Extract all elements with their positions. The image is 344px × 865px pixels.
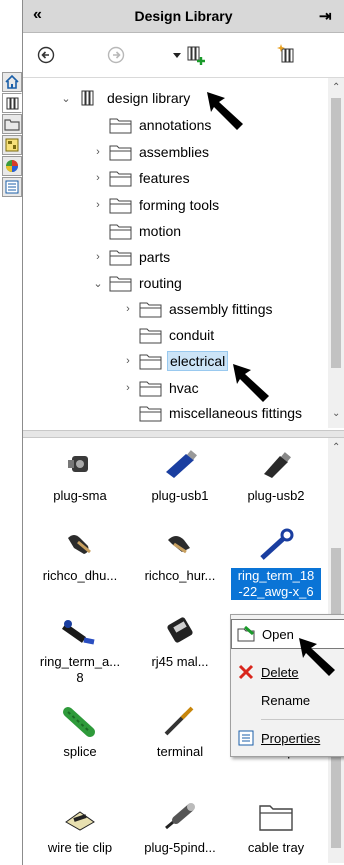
chevron-right-icon[interactable]: › bbox=[91, 172, 105, 184]
folder-icon bbox=[109, 250, 132, 266]
folder-icon bbox=[109, 171, 132, 187]
richco-hur-icon bbox=[168, 536, 190, 554]
item-plug-usb2[interactable]: plug-usb2 bbox=[231, 448, 321, 504]
folder-icon bbox=[139, 354, 162, 370]
new-library-icon[interactable] bbox=[277, 43, 299, 65]
forward-icon[interactable] bbox=[107, 46, 125, 64]
home-icon bbox=[5, 74, 19, 89]
item-cable-tray[interactable]: cable tray bbox=[231, 800, 321, 856]
open-folder-icon bbox=[237, 625, 255, 642]
folder-icon bbox=[109, 224, 132, 240]
plug-sma-icon bbox=[68, 456, 88, 472]
plug-5pin-icon bbox=[165, 803, 195, 830]
terminal-icon bbox=[164, 706, 194, 736]
item-splice[interactable]: splice bbox=[35, 704, 125, 760]
folder-icon bbox=[259, 805, 293, 831]
add-to-library-icon[interactable] bbox=[185, 44, 207, 66]
chevron-right-icon[interactable]: › bbox=[91, 199, 105, 211]
panel-title-bar: « Design Library ⇥ bbox=[23, 0, 344, 33]
scroll-up-icon[interactable]: ⌃ bbox=[332, 82, 340, 93]
custom-properties-tab[interactable] bbox=[2, 177, 22, 197]
chevron-down-icon[interactable]: ⌄ bbox=[59, 92, 73, 105]
chevron-right-icon[interactable]: › bbox=[91, 251, 105, 263]
chevron-right-icon[interactable]: › bbox=[121, 355, 135, 367]
item-richco-dhu[interactable]: richco_dhu... bbox=[35, 528, 125, 584]
chevron-down-icon[interactable]: ⌄ bbox=[91, 277, 105, 290]
menu-separator bbox=[261, 719, 344, 720]
back-icon[interactable] bbox=[37, 46, 55, 64]
design-library-icon bbox=[6, 97, 19, 110]
tree-item-forming-tools[interactable]: › forming tools bbox=[91, 193, 221, 217]
folder-icon bbox=[139, 381, 162, 397]
pointer-arrow-icon bbox=[299, 638, 335, 676]
item-ring-term-a[interactable]: ring_term_a... 8 bbox=[35, 614, 125, 686]
tree-item-electrical[interactable]: › electrical bbox=[121, 349, 229, 373]
tree-scrollbar-thumb[interactable] bbox=[331, 98, 341, 368]
tree-item-assemblies[interactable]: › assemblies bbox=[91, 140, 211, 164]
scroll-up-icon[interactable]: ⌃ bbox=[332, 442, 340, 453]
menu-item-properties[interactable]: Properties bbox=[231, 723, 344, 753]
appearances-icon bbox=[6, 160, 18, 172]
folder-icon bbox=[109, 145, 132, 161]
tree-item-miscellaneous-fittings[interactable]: miscellaneous fittings bbox=[121, 401, 304, 425]
folder-icon bbox=[139, 328, 162, 344]
tree-item-features[interactable]: › features bbox=[91, 166, 192, 190]
splice-icon bbox=[63, 707, 95, 737]
design-library-icon bbox=[81, 90, 94, 106]
chevron-right-icon[interactable]: › bbox=[121, 303, 135, 315]
plug-usb1-icon bbox=[166, 450, 197, 478]
folder-icon bbox=[139, 406, 162, 422]
pointer-arrow-icon bbox=[207, 92, 243, 130]
tree-item-hvac[interactable]: › hvac bbox=[121, 376, 201, 400]
tree-item-annotations[interactable]: annotations bbox=[91, 113, 213, 137]
design-library-tab[interactable] bbox=[2, 93, 22, 113]
wire-tie-clip-icon bbox=[65, 811, 95, 831]
item-plug-5pin[interactable]: plug-5pind... bbox=[135, 800, 225, 856]
tree-item-routing[interactable]: ⌄ routing bbox=[91, 271, 184, 295]
item-rj45[interactable]: rj45 mal... bbox=[135, 614, 225, 670]
menu-item-rename[interactable]: Rename bbox=[231, 685, 344, 715]
chevron-right-icon[interactable]: › bbox=[121, 382, 135, 394]
folder-icon bbox=[139, 302, 162, 318]
appearances-tab[interactable] bbox=[2, 156, 22, 176]
plug-usb2-icon bbox=[264, 452, 291, 478]
tree-item-motion[interactable]: motion bbox=[91, 219, 183, 243]
ring-term-a-icon bbox=[61, 620, 95, 645]
properties-icon bbox=[5, 180, 19, 194]
file-explorer-tab[interactable] bbox=[2, 114, 22, 134]
scroll-down-icon[interactable]: ⌄ bbox=[332, 408, 340, 419]
view-palette-icon bbox=[5, 138, 19, 152]
pane-splitter[interactable] bbox=[23, 430, 344, 438]
delete-icon bbox=[238, 664, 254, 680]
tree-item-assembly-fittings[interactable]: › assembly fittings bbox=[121, 297, 274, 321]
panel-title: Design Library bbox=[134, 8, 233, 24]
item-plug-sma[interactable]: plug-sma bbox=[35, 448, 125, 504]
item-wire-tie-clip[interactable]: wire tie clip bbox=[35, 800, 125, 856]
richco-dhu-icon bbox=[68, 535, 91, 554]
pin-icon[interactable]: ⇥ bbox=[319, 7, 332, 25]
folder-icon bbox=[109, 276, 132, 292]
folder-icon bbox=[109, 198, 132, 214]
tree-item-design-library[interactable]: ⌄ design library bbox=[59, 86, 192, 110]
item-richco-hur[interactable]: richco_hur... bbox=[135, 528, 225, 584]
item-ring-term-18-22[interactable]: ring_term_18 -22_awg-x_6 bbox=[231, 528, 321, 600]
folder-icon bbox=[109, 118, 132, 134]
tree-item-parts[interactable]: › parts bbox=[91, 245, 172, 269]
ring-term-icon bbox=[260, 528, 294, 560]
item-terminal[interactable]: terminal bbox=[135, 704, 225, 760]
tree-scrollbar[interactable]: ⌃ ⌄ bbox=[328, 78, 344, 428]
pointer-arrow-icon bbox=[233, 364, 269, 402]
design-library-panel: « Design Library ⇥ ⌄ design library anno… bbox=[22, 0, 344, 865]
rj45-icon bbox=[167, 617, 193, 643]
chevron-right-icon[interactable]: › bbox=[91, 146, 105, 158]
properties-icon bbox=[238, 730, 254, 746]
folder-icon bbox=[4, 119, 20, 131]
home-tab[interactable] bbox=[2, 72, 22, 92]
item-plug-usb1[interactable]: plug-usb1 bbox=[135, 448, 225, 504]
toolbar bbox=[23, 33, 344, 78]
view-palette-tab[interactable] bbox=[2, 135, 22, 155]
tree-item-conduit[interactable]: conduit bbox=[121, 323, 216, 347]
dropdown-arrow-icon[interactable] bbox=[173, 53, 181, 59]
